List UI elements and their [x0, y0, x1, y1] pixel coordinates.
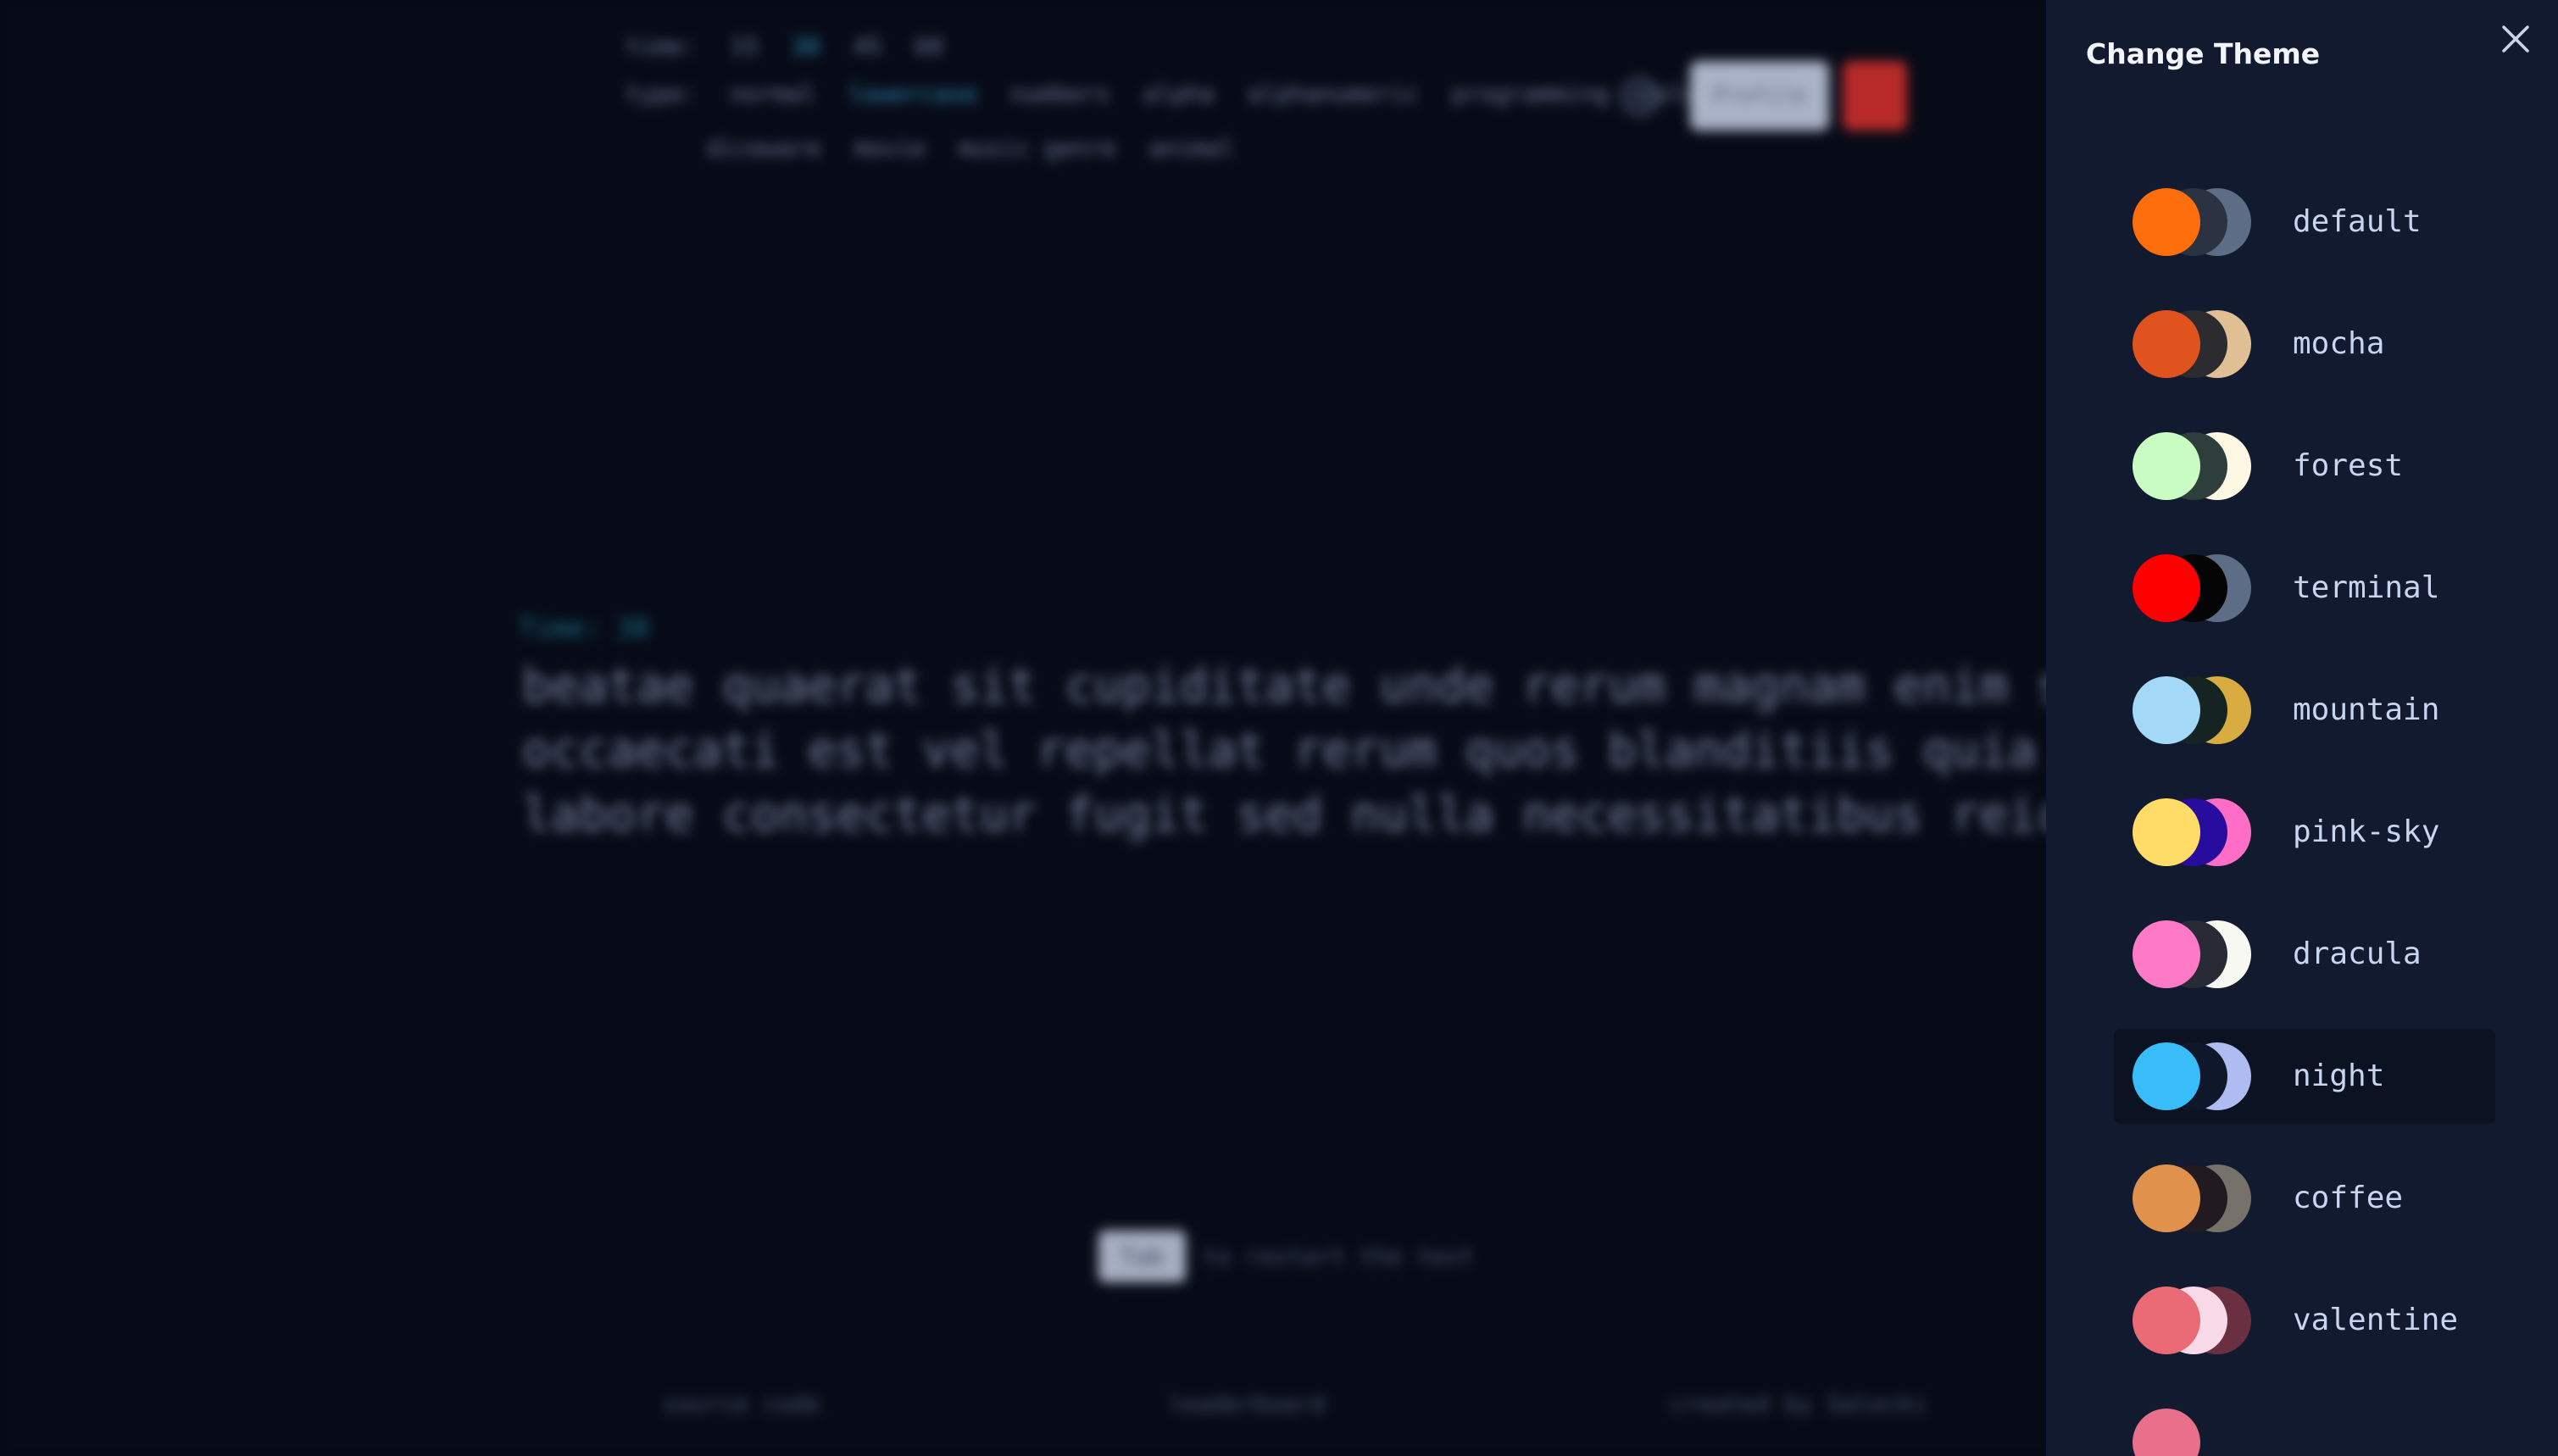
- time-option[interactable]: 45: [853, 32, 881, 60]
- theme-swatch-accent-color: [2133, 1409, 2200, 1456]
- theme-item-terminal[interactable]: terminal: [2114, 541, 2495, 636]
- typing-text-area[interactable]: beatae quaerat sit cupiditate unde rerum…: [522, 654, 2294, 847]
- time-option[interactable]: 60: [915, 32, 943, 60]
- time-config-label: time:: [626, 32, 698, 60]
- theme-swatch-accent-color: [2133, 920, 2200, 988]
- typing-line: beatae quaerat sit cupiditate unde rerum…: [522, 659, 2266, 714]
- typing-test-background: time: 15 30 45 60 type: normal lowercase…: [0, 0, 2294, 1456]
- theme-item-night[interactable]: night: [2114, 1029, 2495, 1124]
- theme-name-label: forest: [2293, 448, 2404, 483]
- restart-hint-text: to restart the test: [1202, 1242, 1474, 1270]
- profile-button[interactable]: Profile: [1690, 61, 1829, 131]
- type-config-label: type:: [626, 80, 698, 108]
- leaderboard-link[interactable]: leaderboard: [1168, 1390, 1325, 1418]
- type-config-row: type: normal lowercase numbers alpha alp…: [626, 80, 1732, 108]
- theme-name-label: mocha: [2293, 326, 2385, 361]
- theme-list: default mocha forest terminal mountain pink-s…: [2046, 0, 2558, 1456]
- theme-swatch-accent-color: [2133, 1287, 2200, 1354]
- app-window: time: 15 30 45 60 type: normal lowercase…: [0, 0, 2558, 1456]
- theme-swatch-accent-color: [2133, 310, 2200, 378]
- restart-hint: Tab to restart the test: [1098, 1231, 1474, 1282]
- gear-icon[interactable]: [1615, 71, 1665, 122]
- type-option[interactable]: programming: [1452, 80, 1609, 108]
- theme-item-valentine[interactable]: valentine: [2114, 1273, 2495, 1368]
- time-option[interactable]: 15: [730, 32, 759, 60]
- change-theme-panel: Change Theme default mocha forest terminal m…: [2046, 0, 2558, 1456]
- time-option-active[interactable]: 30: [792, 32, 820, 60]
- source-code-link[interactable]: source code: [663, 1390, 820, 1418]
- time-config-row: time: 15 30 45 60: [626, 32, 962, 60]
- theme-name-label: mountain: [2293, 692, 2440, 727]
- theme-swatch-accent-color: [2133, 798, 2200, 866]
- type-config-row-2: diceware movie music genre animal: [707, 134, 1253, 162]
- theme-name-label: coffee: [2293, 1181, 2404, 1215]
- theme-swatch-accent-color: [2133, 432, 2200, 500]
- theme-item-default[interactable]: default: [2114, 175, 2495, 270]
- theme-swatch-accent-color: [2133, 676, 2200, 744]
- theme-item-dracula[interactable]: dracula: [2114, 907, 2495, 1002]
- theme-swatch-accent-color: [2133, 1042, 2200, 1110]
- theme-name-label: default: [2293, 204, 2422, 239]
- theme-item-forest[interactable]: forest: [2114, 419, 2495, 514]
- type-option-active[interactable]: lowercase: [848, 80, 977, 108]
- typing-line: labore consectetur fugit sed nulla neces…: [522, 787, 2237, 842]
- type-option[interactable]: animal: [1148, 134, 1234, 162]
- theme-swatch-accent-color: [2133, 188, 2200, 256]
- typing-line: occaecati est vel repellat rerum quos bl…: [522, 723, 2294, 778]
- type-option[interactable]: diceware: [707, 134, 821, 162]
- type-option[interactable]: alphanumeric: [1248, 80, 1419, 108]
- credit-text: created by Salecki: [1670, 1390, 1927, 1418]
- type-option[interactable]: normal: [730, 80, 815, 108]
- theme-item-mocha[interactable]: mocha: [2114, 297, 2495, 392]
- theme-name-label: valentine: [2293, 1303, 2459, 1337]
- theme-name-label: terminal: [2293, 570, 2440, 605]
- theme-name-label: pink-sky: [2293, 814, 2440, 849]
- type-option[interactable]: numbers: [1010, 80, 1110, 108]
- theme-swatch-accent-color: [2133, 554, 2200, 622]
- type-option[interactable]: music genre: [959, 134, 1115, 162]
- theme-item-pink-sky[interactable]: pink-sky: [2114, 785, 2495, 880]
- theme-name-label: dracula: [2293, 936, 2422, 971]
- theme-swatch-accent-color: [2133, 1164, 2200, 1232]
- type-option[interactable]: movie: [854, 134, 926, 162]
- tab-key-badge: Tab: [1098, 1231, 1186, 1282]
- theme-item-mountain[interactable]: mountain: [2114, 663, 2495, 758]
- timer-label: Time: 30: [519, 612, 650, 644]
- type-option[interactable]: alpha: [1143, 80, 1215, 108]
- theme-name-label: night: [2293, 1059, 2385, 1093]
- theme-item-coffee[interactable]: coffee: [2114, 1151, 2495, 1246]
- theme-item-partial[interactable]: [2114, 1395, 2495, 1456]
- logout-button[interactable]: [1843, 61, 1907, 131]
